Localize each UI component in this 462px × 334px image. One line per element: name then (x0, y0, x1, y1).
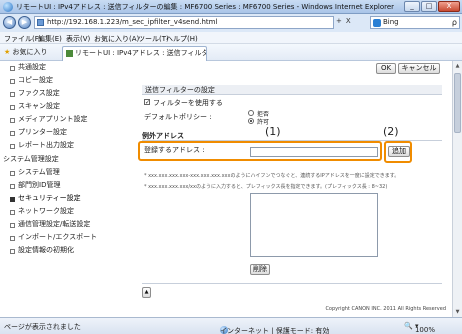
sidebar-item-system-admin[interactable]: システム管理 (0, 166, 132, 179)
refresh-button[interactable]: + (336, 17, 342, 25)
sidebar-item-fax[interactable]: ファクス設定 (0, 87, 132, 100)
sidebar-item-security[interactable]: セキュリティー設定 (0, 192, 132, 205)
prefix-length-note: * xxx.xxx.xxx.xxx/xxのように入力すると、プレフィックス長を指… (144, 184, 388, 190)
zoom-text: 100% (414, 326, 435, 334)
search-engine-label: Bing (383, 18, 399, 26)
stop-button[interactable]: X (346, 17, 351, 25)
exception-address-list[interactable] (250, 193, 378, 257)
menu-bar: ファイル(F) 編集(E) 表示(V) お気に入り(A) ツール(T) ヘルプ(… (0, 32, 462, 44)
star-icon: ★ (4, 48, 11, 56)
scroll-up-icon[interactable]: ▲ (454, 62, 461, 70)
menu-edit[interactable]: 編集(E) (38, 34, 62, 44)
callout-box-1 (138, 141, 382, 161)
ie-icon (3, 2, 13, 12)
send-filter-section-header: 送信フィルターの設定 (142, 85, 442, 95)
vertical-scrollbar[interactable]: ▲ ▼ (452, 61, 462, 317)
callout-box-2 (384, 141, 412, 163)
page-top-link[interactable]: ▲ (142, 287, 151, 298)
menu-file[interactable]: ファイル(F) (4, 34, 42, 44)
sidebar-group-system[interactable]: システム管理設定 (0, 153, 132, 166)
tab-page-icon (66, 50, 73, 57)
page-viewport: 共通設定 コピー設定 ファクス設定 スキャン設定 メディアプリント設定 プリンタ… (0, 61, 452, 317)
window-title: リモートUI : IPv4アドレス : 送信フィルターの編集 : MF6700 … (16, 3, 395, 11)
sidebar-item-printer[interactable]: プリンター設定 (0, 126, 132, 139)
copyright: Copyright CANON INC. 2011 All Rights Res… (325, 306, 446, 312)
sidebar-item-copy[interactable]: コピー設定 (0, 74, 132, 87)
use-filter-label: フィルターを使用する (153, 99, 223, 107)
search-icon[interactable]: ρ (452, 17, 457, 28)
zone-text: インターネット | 保護モード: 有効 (220, 327, 330, 334)
menu-tools[interactable]: ツール(T) (138, 34, 169, 44)
sidebar-item-scan[interactable]: スキャン設定 (0, 100, 132, 113)
search-input[interactable]: Bing ρ (370, 16, 460, 29)
sidebar: 共通設定 コピー設定 ファクス設定 スキャン設定 メディアプリント設定 プリンタ… (0, 61, 132, 317)
zoom-level[interactable]: 🔍 100% ▾ (404, 322, 435, 334)
status-bar: ページが表示されました インターネット | 保護モード: 有効 🔍 100% ▾ (0, 317, 462, 334)
policy-reject-radio[interactable] (248, 110, 254, 116)
sidebar-item-common[interactable]: 共通設定 (0, 61, 132, 74)
menu-favorites[interactable]: お気に入り(A) (94, 34, 139, 44)
favorites-bar: ★ お気に入り リモートUI : IPv4アドレス : 送信フィルター... (0, 44, 462, 61)
use-filter-checkbox[interactable]: ✓ (144, 99, 150, 106)
scroll-down-icon[interactable]: ▼ (454, 308, 461, 316)
maximize-button[interactable]: □ (421, 1, 437, 12)
policy-allow-radio[interactable] (248, 118, 254, 124)
sidebar-item-reset[interactable]: 設定情報の初期化 (0, 244, 132, 257)
sidebar-item-network[interactable]: ネットワーク設定 (0, 205, 132, 218)
minimize-button[interactable]: _ (404, 1, 420, 12)
callout-label-1: (1) (265, 125, 281, 138)
main-content: OK キャンセル 送信フィルターの設定 ✓ フィルターを使用する デフォルトポリ… (136, 61, 452, 317)
callout-label-2: (2) (383, 125, 399, 138)
forward-button[interactable]: ▶ (18, 16, 31, 29)
favorites-button[interactable]: ★ お気に入り (4, 47, 48, 57)
window-title-bar: リモートUI : IPv4アドレス : 送信フィルターの編集 : MF6700 … (0, 0, 462, 14)
menu-help[interactable]: ヘルプ(H) (166, 34, 198, 44)
sidebar-item-media-print[interactable]: メディアプリント設定 (0, 113, 132, 126)
favorites-label: お気に入り (12, 48, 48, 56)
url-text: http://192.168.1.223/m_sec_ipfilter_v4se… (47, 18, 218, 26)
browser-tab[interactable]: リモートUI : IPv4アドレス : 送信フィルター... (62, 46, 207, 61)
ok-button[interactable]: OK (376, 63, 396, 74)
cancel-button[interactable]: キャンセル (398, 63, 440, 74)
close-button[interactable]: X (438, 1, 460, 12)
address-input[interactable]: http://192.168.1.223/m_sec_ipfilter_v4se… (34, 16, 334, 29)
back-button[interactable]: ◀ (3, 16, 16, 29)
scrollbar-thumb[interactable] (454, 73, 461, 133)
tab-title: リモートUI : IPv4アドレス : 送信フィルター... (75, 49, 206, 57)
page-icon (37, 19, 44, 26)
status-text: ページが表示されました (4, 323, 81, 331)
hyphen-range-note: * xxx.xxx.xxx.xxx-xxx.xxx.xxx.xxxのようにハイフ… (144, 173, 400, 179)
default-policy-label: デフォルトポリシー : (144, 113, 212, 121)
bing-icon (373, 19, 381, 27)
menu-view[interactable]: 表示(V) (66, 34, 90, 44)
delete-button[interactable]: 削除 (250, 264, 270, 275)
sidebar-item-report[interactable]: レポート出力設定 (0, 139, 132, 152)
bottom-divider (142, 283, 442, 284)
sidebar-item-comm-transfer[interactable]: 通信管理設定/転送設定 (0, 218, 132, 231)
sidebar-item-dept-id[interactable]: 部門別ID管理 (0, 179, 132, 192)
address-bar-row: ◀ ▶ http://192.168.1.223/m_sec_ipfilter_… (0, 14, 462, 32)
sidebar-item-import-export[interactable]: インポート/エクスポート (0, 231, 132, 244)
